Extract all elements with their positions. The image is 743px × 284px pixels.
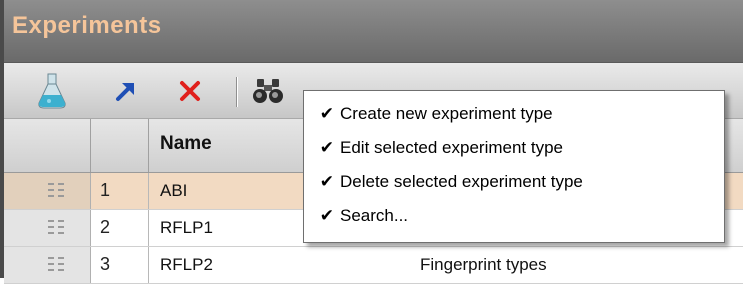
row-name[interactable]: RFLP1 bbox=[160, 218, 213, 238]
menu-item-create[interactable]: ✔ Create new experiment type bbox=[304, 98, 724, 130]
row-type[interactable]: Fingerprint types bbox=[420, 255, 547, 275]
row-number: 1 bbox=[100, 180, 111, 200]
panel-title: Experiments bbox=[12, 12, 162, 39]
cell-divider bbox=[148, 173, 149, 209]
row-grip-icon bbox=[48, 257, 68, 273]
row-number: 3 bbox=[100, 254, 111, 274]
flask-icon bbox=[38, 73, 66, 109]
menu-item-search[interactable]: ✔ Search... bbox=[304, 200, 724, 232]
header-number-column bbox=[90, 119, 149, 172]
edit-experiment-button[interactable] bbox=[106, 71, 146, 111]
delete-x-icon bbox=[180, 81, 200, 101]
menu-item-label: Edit selected experiment type bbox=[340, 138, 564, 157]
menu-item-delete[interactable]: ✔ Delete selected experiment type bbox=[304, 166, 724, 198]
row-grip-icon bbox=[48, 183, 68, 199]
experiments-panel: Experiments Name 1 ABI 2 RFLP1 3 RFLP2 F… bbox=[0, 0, 743, 284]
new-experiment-button[interactable] bbox=[32, 71, 72, 111]
row-number: 2 bbox=[100, 217, 111, 237]
row-name[interactable]: ABI bbox=[160, 181, 187, 201]
check-icon: ✔ bbox=[319, 138, 334, 158]
header-selector-column bbox=[4, 119, 91, 172]
check-icon: ✔ bbox=[319, 172, 334, 192]
check-icon: ✔ bbox=[319, 206, 334, 226]
menu-item-label: Delete selected experiment type bbox=[340, 172, 583, 191]
cell-divider bbox=[148, 210, 149, 246]
search-button[interactable] bbox=[248, 71, 288, 111]
row-handle[interactable] bbox=[4, 210, 91, 246]
column-header-name[interactable]: Name bbox=[160, 133, 212, 155]
binoculars-search-icon bbox=[253, 79, 283, 103]
delete-experiment-button[interactable] bbox=[170, 71, 210, 111]
row-name[interactable]: RFLP2 bbox=[160, 255, 213, 275]
menu-item-label: Create new experiment type bbox=[340, 104, 553, 123]
menu-item-edit[interactable]: ✔ Edit selected experiment type bbox=[304, 132, 724, 164]
row-grip-icon bbox=[48, 220, 68, 236]
context-menu: ✔ Create new experiment type ✔ Edit sele… bbox=[303, 90, 725, 243]
check-icon: ✔ bbox=[319, 104, 334, 124]
menu-item-label: Search... bbox=[340, 206, 409, 225]
toolbar-separator bbox=[236, 77, 237, 107]
row-handle[interactable] bbox=[4, 173, 91, 209]
table-row[interactable]: 3 RFLP2 Fingerprint types bbox=[4, 247, 743, 284]
panel-titlebar: Experiments bbox=[0, 0, 743, 63]
arrow-edit-icon bbox=[116, 83, 134, 101]
